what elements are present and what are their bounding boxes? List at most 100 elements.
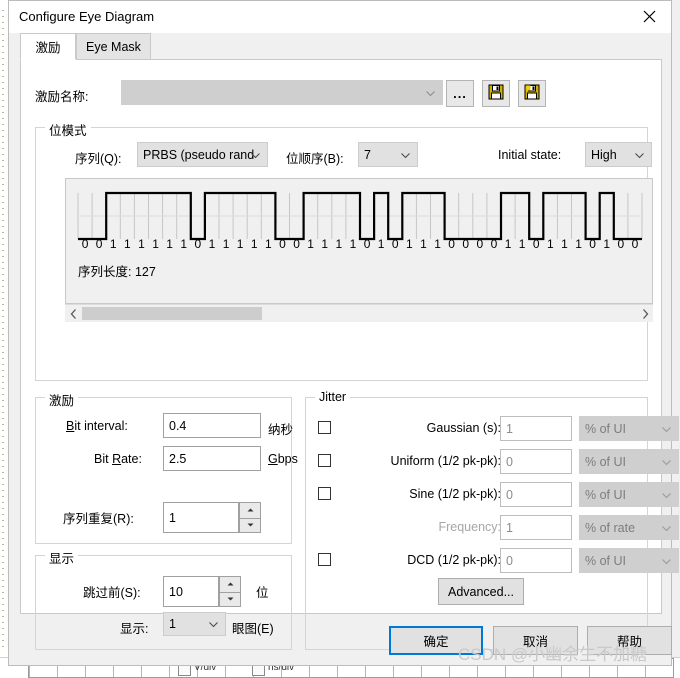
initial-state-combobox[interactable]: High xyxy=(585,142,652,167)
save-as-button[interactable] xyxy=(518,80,546,107)
jitter-unit-combobox-0[interactable]: % of UI xyxy=(579,416,679,441)
jitter-value-4: 0 xyxy=(506,553,513,568)
bit-label: 1 xyxy=(575,237,582,251)
scroll-left-icon[interactable] xyxy=(65,305,81,322)
bit-label: 1 xyxy=(180,237,188,251)
jitter-unit-combobox-1[interactable]: % of UI xyxy=(579,449,679,474)
bit-rate-input[interactable]: 2.5 xyxy=(163,446,261,471)
configure-eye-diagram-dialog: Configure Eye Diagram 激励 Eye Mask 激励名称: … xyxy=(8,0,679,666)
help-button-label: 帮助 xyxy=(616,635,642,649)
bit-label: 1 xyxy=(349,237,357,251)
sequence-combobox[interactable]: PRBS (pseudo rand xyxy=(137,142,268,167)
jitter-value-input-3[interactable]: 1 xyxy=(500,515,572,540)
advanced-button[interactable]: Advanced... xyxy=(438,578,524,605)
skip-spinner[interactable]: 10 xyxy=(163,576,241,607)
advanced-button-label: Advanced... xyxy=(447,584,514,599)
jitter-value-input-0[interactable]: 1 xyxy=(500,416,572,441)
stimulus-group-title: 激励 xyxy=(45,390,79,409)
tab-eye-mask-label: Eye Mask xyxy=(86,40,141,54)
jitter-unit-4: % of UI xyxy=(585,553,626,568)
jitter-unit-1: % of UI xyxy=(585,454,626,469)
tab-stimulus-label: 激励 xyxy=(35,41,61,55)
browse-button[interactable]: ... xyxy=(446,80,474,107)
dialog-title: Configure Eye Diagram xyxy=(19,9,155,24)
jitter-value-input-2[interactable]: 0 xyxy=(500,482,572,507)
chevron-down-icon xyxy=(662,426,671,433)
close-icon[interactable] xyxy=(627,1,671,32)
help-button[interactable]: 帮助 xyxy=(587,626,672,655)
show-label: 显示: xyxy=(120,622,149,636)
bit-pattern-group: 位模式 序列(Q): PRBS (pseudo rand 位顺序(B): 7 I… xyxy=(35,120,653,381)
bit-label: 1 xyxy=(434,237,441,251)
bit-label: 0 xyxy=(617,237,625,251)
jitter-group: Jitter Gaussian (s): 1 % of UI Uniform (1/2… xyxy=(305,390,679,650)
tab-stimulus[interactable]: 激励 xyxy=(20,33,76,60)
ok-button[interactable]: 确定 xyxy=(389,626,483,655)
bit-label: 0 xyxy=(194,237,202,251)
skip-value[interactable]: 10 xyxy=(163,576,219,607)
stimulus-name-combobox[interactable] xyxy=(121,80,443,105)
skip-unit: 位 xyxy=(256,586,269,600)
jitter-checkbox-2[interactable] xyxy=(318,487,331,500)
skip-down-icon[interactable] xyxy=(219,591,241,607)
bit-rate-unit: Gbps xyxy=(268,452,298,466)
seq-repeat-up-icon[interactable] xyxy=(239,502,261,518)
jitter-value-2: 0 xyxy=(506,487,513,502)
skip-up-icon[interactable] xyxy=(219,576,241,592)
jitter-unit-combobox-4[interactable]: % of UI xyxy=(579,548,679,573)
bit-label: 1 xyxy=(307,237,314,251)
seq-repeat-down-icon[interactable] xyxy=(239,517,261,533)
scroll-right-icon[interactable] xyxy=(637,305,653,322)
skip-label: 跳过前(S): xyxy=(83,586,141,600)
bit-label: 1 xyxy=(152,237,159,251)
bit-order-combobox[interactable]: 7 xyxy=(358,142,418,167)
seq-repeat-value[interactable]: 1 xyxy=(163,502,239,533)
bit-label: 1 xyxy=(222,237,230,251)
bit-label: 0 xyxy=(532,237,540,251)
show-unit: 眼图(E) xyxy=(232,622,274,636)
browse-button-label: ... xyxy=(453,85,467,101)
scroll-thumb[interactable] xyxy=(82,307,262,320)
display-group-title: 显示 xyxy=(45,548,79,567)
seq-repeat-label: 序列重复(R): xyxy=(63,512,134,526)
chevron-down-icon xyxy=(209,622,218,628)
bit-label: 1 xyxy=(603,237,611,251)
jitter-value-input-1[interactable]: 0 xyxy=(500,449,572,474)
seq-repeat-spinner[interactable]: 1 xyxy=(163,502,261,533)
bit-label: 1 xyxy=(518,237,526,251)
jitter-unit-combobox-2[interactable]: % of UI xyxy=(579,482,679,507)
bit-label: 0 xyxy=(448,237,455,251)
bit-interval-label: Bit interval: xyxy=(66,419,128,433)
bit-label: 0 xyxy=(631,237,639,251)
initial-state-label: Initial state: xyxy=(498,148,562,162)
chevron-down-icon xyxy=(635,152,644,159)
jitter-checkbox-4[interactable] xyxy=(318,553,331,566)
tab-eye-mask[interactable]: Eye Mask xyxy=(76,33,151,60)
jitter-label-2: Sine (1/2 pk-pk): xyxy=(409,487,501,501)
bit-interval-input[interactable]: 0.4 xyxy=(163,413,261,438)
tab-strip: 激励 Eye Mask xyxy=(20,33,662,60)
chevron-down-icon xyxy=(662,558,671,565)
jitter-checkbox-1[interactable] xyxy=(318,454,331,467)
save-button[interactable] xyxy=(482,80,510,107)
bit-label: 0 xyxy=(490,237,498,251)
waveform-preview-panel: 0011111101111100111101011100001101110100… xyxy=(65,178,653,304)
stimulus-group: 激励 Bit interval: 0.4 纳秒 Bit Rate: 2.5 Gb… xyxy=(35,390,298,544)
show-combobox[interactable]: 1 xyxy=(163,612,226,636)
waveform-hscrollbar[interactable] xyxy=(65,304,653,322)
bit-rate-label: Bit Rate: xyxy=(94,452,142,466)
bit-label: 1 xyxy=(406,237,413,251)
bit-label: 1 xyxy=(236,237,244,251)
jitter-unit-combobox-3[interactable]: % of rate xyxy=(579,515,679,540)
jitter-unit-0: % of UI xyxy=(585,421,626,436)
bit-label: 0 xyxy=(462,237,470,251)
bit-label: 1 xyxy=(138,237,145,251)
bit-rate-value: 2.5 xyxy=(169,451,187,466)
jitter-checkbox-0[interactable] xyxy=(318,421,331,434)
cancel-button[interactable]: 取消 xyxy=(493,626,578,655)
bit-label: 1 xyxy=(250,237,258,251)
bit-label: 1 xyxy=(377,237,385,251)
jitter-value-input-4[interactable]: 0 xyxy=(500,548,572,573)
bit-label: 1 xyxy=(561,237,568,251)
sequence-label: 序列(Q): xyxy=(75,152,122,166)
